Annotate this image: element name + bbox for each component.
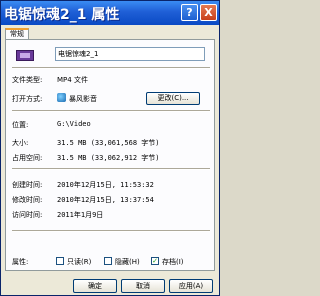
readonly-checkbox[interactable]	[56, 257, 64, 265]
divider	[12, 67, 210, 69]
open-with-label: 打开方式:	[12, 95, 43, 103]
file-type-value: MP4 文件	[57, 76, 88, 84]
accessed-value: 2011年1月9日	[57, 211, 104, 219]
ok-button[interactable]: 确定	[73, 279, 117, 293]
size-value: 31.5 MB (33,061,568 字节)	[57, 139, 160, 147]
accessed-label: 访问时间:	[12, 211, 43, 219]
hidden-label[interactable]: 隐藏(H)	[115, 257, 140, 267]
window-title: 电锯惊魂2_1 属性	[4, 7, 120, 23]
hidden-checkbox[interactable]	[104, 257, 112, 265]
title-bar[interactable]: 电锯惊魂2_1 属性 ? X	[1, 1, 219, 25]
divider	[12, 110, 210, 112]
divider	[12, 230, 210, 232]
readonly-label[interactable]: 只读(R)	[67, 257, 91, 267]
player-app-icon	[57, 93, 66, 102]
video-file-icon	[16, 50, 34, 61]
properties-dialog: 电锯惊魂2_1 属性 ? X 常规 电锯惊魂2_1 文件类型: MP4 文件 打…	[0, 0, 220, 296]
archive-checkbox[interactable]: ✓	[151, 257, 159, 265]
modified-value: 2010年12月15日, 13:37:54	[57, 196, 154, 204]
location-label: 位置:	[12, 121, 29, 129]
disk-size-label: 占用空间:	[12, 154, 43, 162]
attributes-label: 属性:	[12, 258, 29, 266]
open-with-app: 暴风影音	[69, 95, 97, 103]
created-value: 2010年12月15日, 11:53:32	[57, 181, 154, 189]
change-button[interactable]: 更改(C)...	[146, 92, 200, 105]
file-type-label: 文件类型:	[12, 76, 43, 84]
general-panel: 电锯惊魂2_1 文件类型: MP4 文件 打开方式: 暴风影音 更改(C)...…	[5, 39, 215, 271]
attributes-row: 属性: 只读(R) 隐藏(H) ✓ 存档(I)	[12, 257, 212, 267]
close-button[interactable]: X	[200, 4, 217, 21]
size-label: 大小:	[12, 139, 29, 147]
apply-button[interactable]: 应用(A)	[169, 279, 213, 293]
archive-label[interactable]: 存档(I)	[162, 257, 184, 267]
cancel-button[interactable]: 取消	[121, 279, 165, 293]
help-button[interactable]: ?	[181, 4, 198, 21]
divider	[12, 168, 210, 170]
file-name-input[interactable]: 电锯惊魂2_1	[55, 47, 205, 61]
modified-label: 修改时间:	[12, 196, 43, 204]
disk-size-value: 31.5 MB (33,062,912 字节)	[57, 154, 160, 162]
location-value: G:\Video	[57, 120, 91, 128]
created-label: 创建时间:	[12, 181, 43, 189]
